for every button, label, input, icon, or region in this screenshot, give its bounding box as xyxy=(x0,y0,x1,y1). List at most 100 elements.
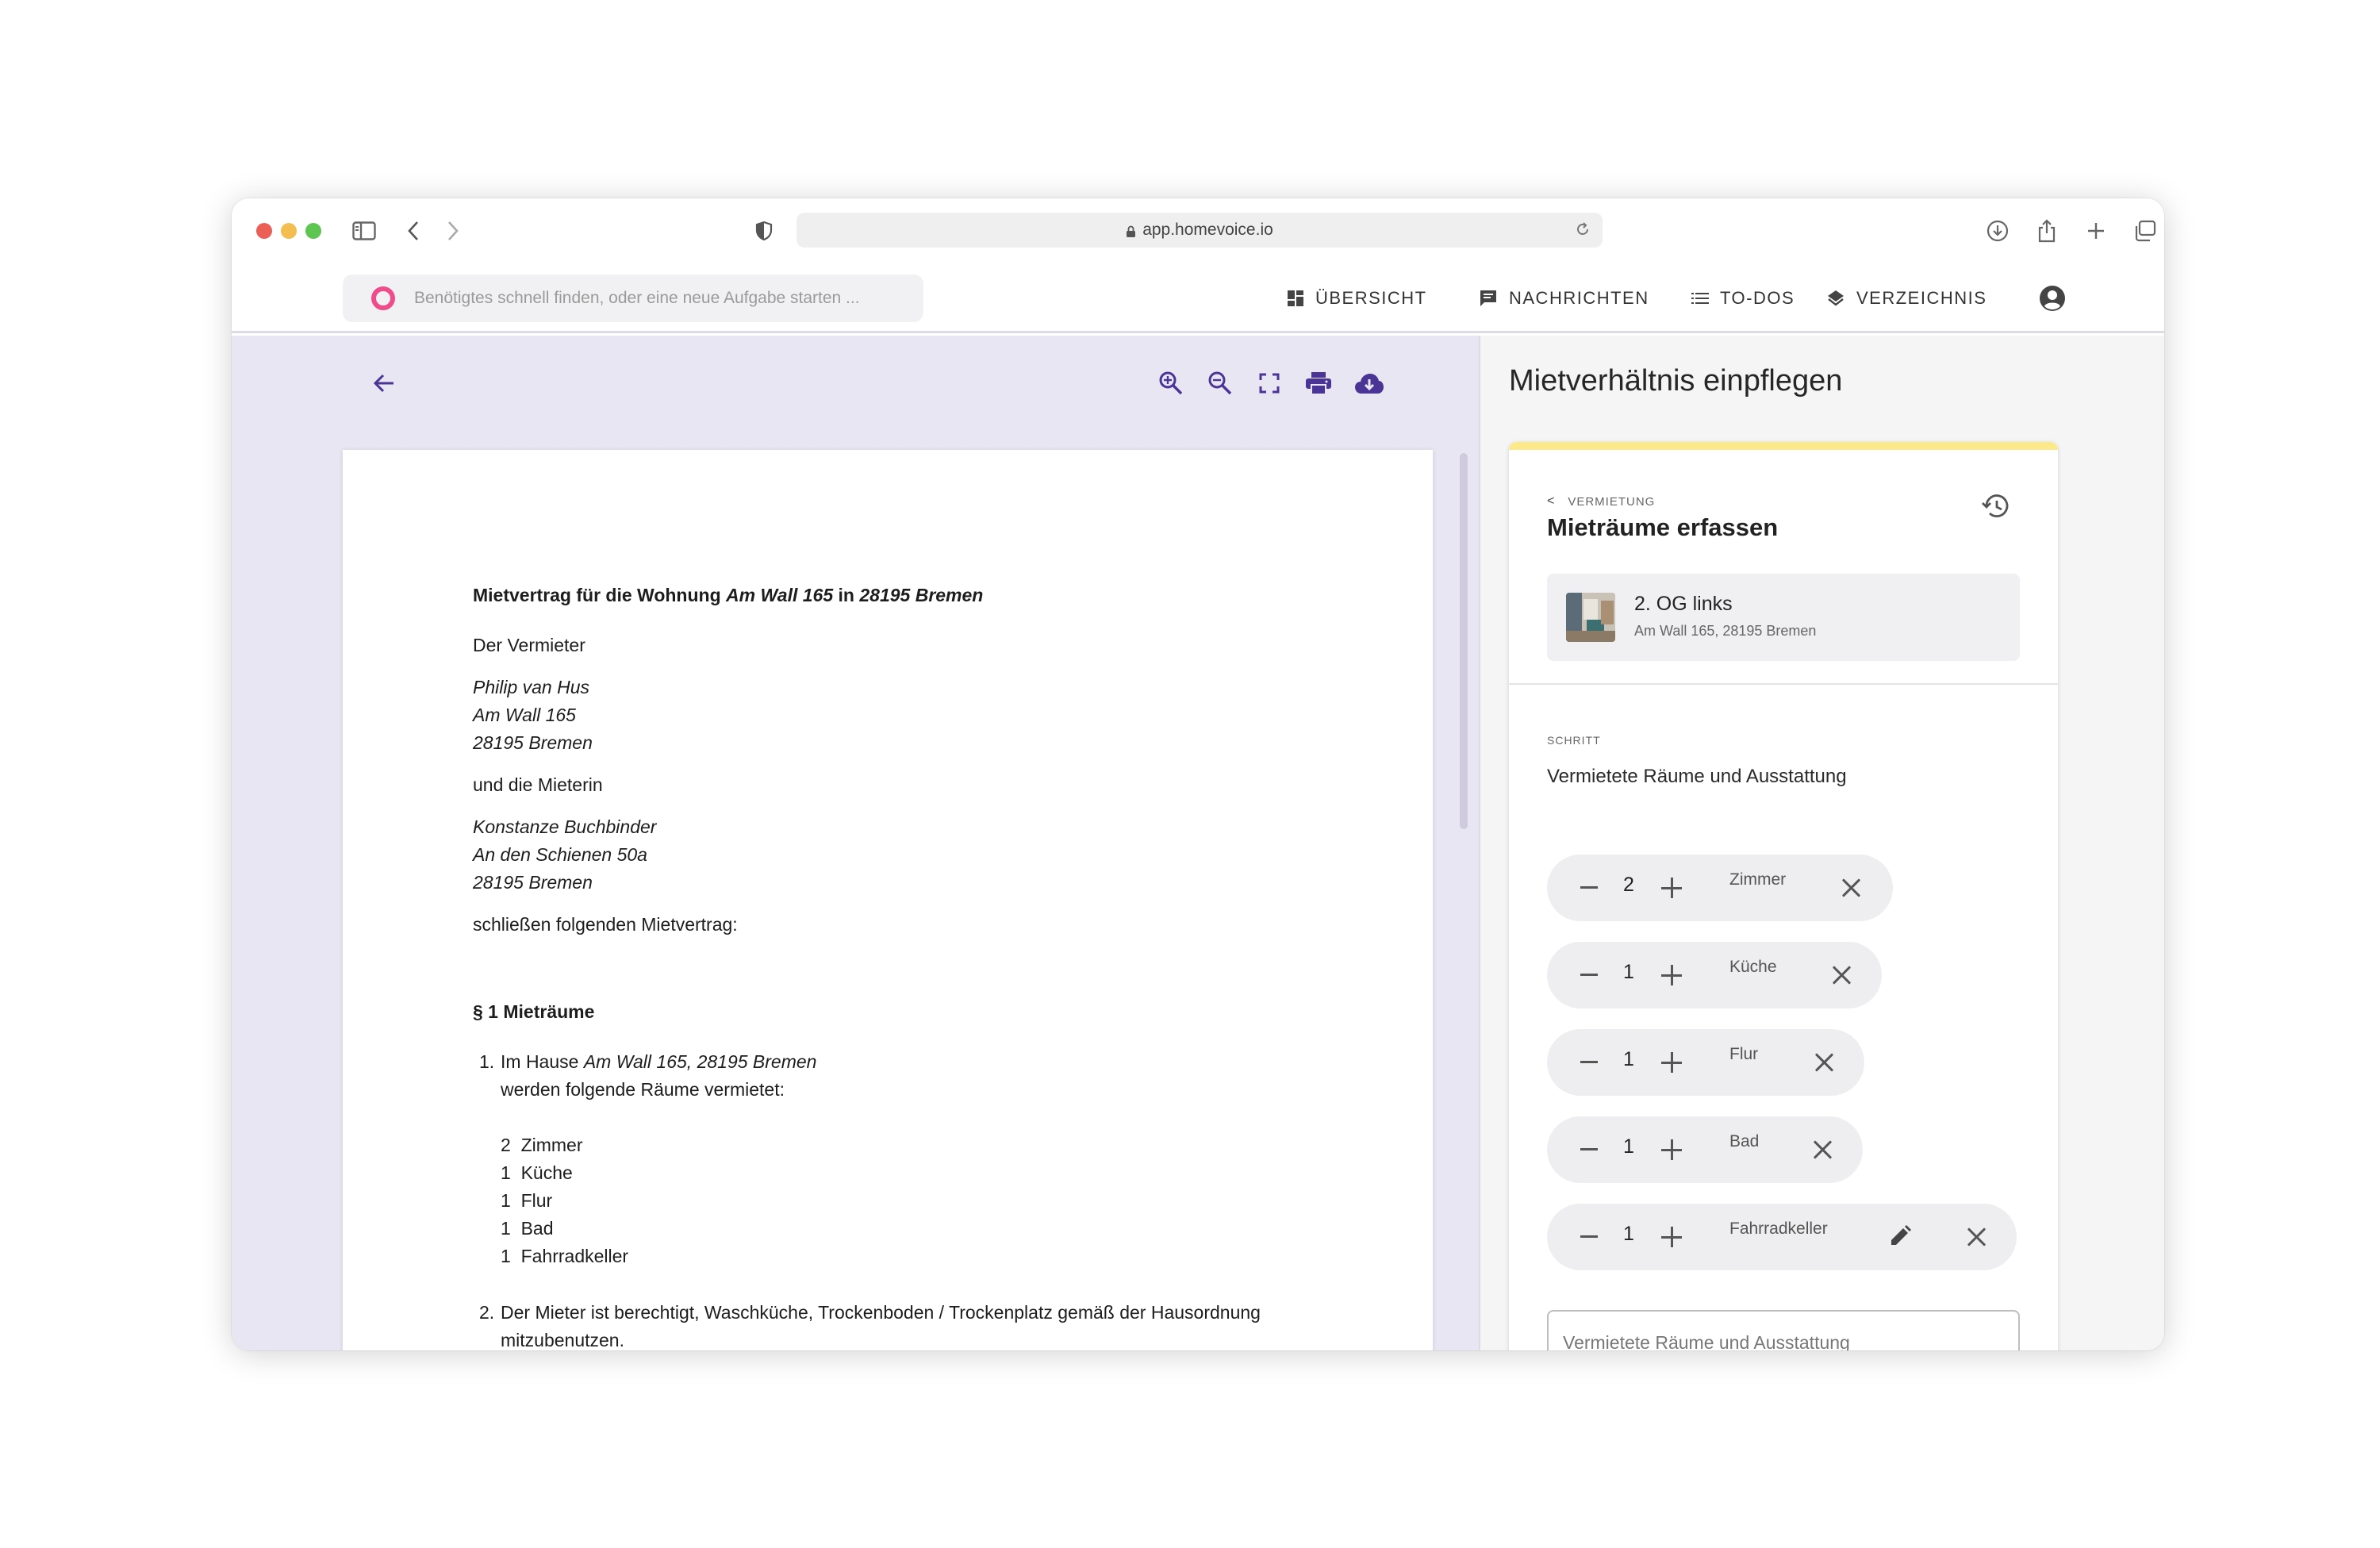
forward-icon[interactable] xyxy=(438,216,468,246)
tab-overview-icon[interactable] xyxy=(2130,216,2160,246)
landlord-block: Philip van Hus Am Wall 165 28195 Bremen xyxy=(473,677,593,753)
print-icon[interactable] xyxy=(1303,367,1334,399)
contract-title: Mietvertrag für die Wohnung Am Wall 165 … xyxy=(473,585,984,605)
list-item: 2. Der Mieter ist berechtigt, Waschküche… xyxy=(479,1302,1261,1350)
increment-button[interactable] xyxy=(1661,965,1682,985)
browser-toolbar: app.homevoice.io xyxy=(232,198,2164,263)
edit-pencil-icon[interactable] xyxy=(1888,1224,1912,1252)
fullscreen-icon[interactable] xyxy=(1253,367,1285,399)
room-label: Fahrradkeller xyxy=(1729,1220,1828,1238)
section-title: § 1 Mieträume xyxy=(473,1001,595,1022)
tenant-intro: und die Mieterin xyxy=(473,774,603,795)
increment-button[interactable] xyxy=(1661,1227,1682,1247)
card-highlight xyxy=(1509,442,2058,450)
room-count: 1 xyxy=(1623,1135,1634,1158)
contract-closing: schließen folgenden Mietvertrag: xyxy=(473,914,738,935)
message-icon xyxy=(1480,290,1496,306)
share-icon[interactable] xyxy=(2032,216,2062,246)
zoom-in-icon[interactable] xyxy=(1155,367,1187,399)
room-label: Bad xyxy=(1729,1132,1760,1150)
room-count: 1 xyxy=(1623,961,1634,983)
card-heading: Mieträume erfassen xyxy=(1547,513,1779,541)
remove-icon[interactable] xyxy=(1814,1051,1836,1074)
back-arrow-icon[interactable] xyxy=(368,367,400,399)
decrement-button[interactable] xyxy=(1580,1061,1598,1063)
nav-overview-label: ÜBERSICHT xyxy=(1315,288,1427,308)
step-label: SCHRITT xyxy=(1547,734,1601,747)
nav-messages-label: NACHRICHTEN xyxy=(1509,288,1649,308)
list-item: 1. Im Hause Am Wall 165, 28195 Bremen we… xyxy=(473,1048,1433,1270)
room-count: 2 xyxy=(1623,874,1634,896)
downloads-icon[interactable] xyxy=(1983,216,2013,246)
address-bar[interactable]: app.homevoice.io xyxy=(797,213,1603,248)
search-input[interactable]: Benötigtes schnell finden, oder eine neu… xyxy=(343,275,923,322)
room-chip-fahrradkeller: 1 Fahrradkeller xyxy=(1547,1204,2017,1270)
step-title: Vermietete Räume und Ausstattung xyxy=(1547,766,1847,787)
room-label: Küche xyxy=(1729,958,1777,976)
document-viewer: Mietvertrag für die Wohnung Am Wall 165 … xyxy=(232,336,1479,1350)
maximize-window-button[interactable] xyxy=(305,223,321,239)
increment-button[interactable] xyxy=(1661,878,1682,898)
privacy-shield-icon[interactable] xyxy=(749,216,779,246)
panel-title: Mietverhältnis einpflegen xyxy=(1509,364,1843,398)
unit-summary[interactable]: 2. OG links Am Wall 165, 28195 Bremen xyxy=(1547,574,2020,661)
tenant-block: Konstanze Buchbinder An den Schienen 50a… xyxy=(473,816,657,893)
new-tab-icon[interactable] xyxy=(2081,216,2111,246)
history-icon[interactable] xyxy=(1980,493,2009,524)
lock-icon xyxy=(1126,224,1136,237)
nav-todos-label: TO-DOS xyxy=(1720,288,1795,308)
unit-thumbnail xyxy=(1566,593,1615,642)
room-input-field[interactable]: Vermietete Räume und Ausstattung xyxy=(1547,1310,2020,1350)
sidebar-toggle-icon[interactable] xyxy=(349,216,379,246)
browser-window: app.homevoice.io Benötigtes schnell find… xyxy=(232,198,2164,1350)
increment-button[interactable] xyxy=(1661,1052,1682,1073)
nav-directory-label: VERZEICHNIS xyxy=(1856,288,1987,308)
room-label: Zimmer xyxy=(1729,870,1787,889)
remove-icon[interactable] xyxy=(1841,877,1863,899)
url-text: app.homevoice.io xyxy=(1142,221,1273,239)
divider xyxy=(1509,683,2058,685)
increment-button[interactable] xyxy=(1661,1139,1682,1160)
document-scrollbar[interactable] xyxy=(1460,453,1468,829)
unit-name: 2. OG links xyxy=(1634,593,1733,615)
room-chip-zimmer: 2 Zimmer xyxy=(1547,855,1893,921)
room-chip-bad: 1 Bad xyxy=(1547,1116,1863,1183)
landlord-intro: Der Vermieter xyxy=(473,635,585,655)
breadcrumb[interactable]: < VERMIETUNG xyxy=(1547,494,1655,509)
nav-messages[interactable]: NACHRICHTEN xyxy=(1479,263,1649,333)
search-placeholder: Benötigtes schnell finden, oder eine neu… xyxy=(414,289,860,307)
account-button[interactable] xyxy=(2039,263,2077,333)
dashboard-icon xyxy=(1288,290,1303,306)
decrement-button[interactable] xyxy=(1580,1148,1598,1150)
room-count: 1 xyxy=(1623,1048,1634,1070)
nav-overview[interactable]: ÜBERSICHT xyxy=(1287,263,1427,333)
remove-icon[interactable] xyxy=(1831,964,1853,986)
breadcrumb-label: VERMIETUNG xyxy=(1568,494,1656,509)
zoom-out-icon[interactable] xyxy=(1204,367,1236,399)
close-window-button[interactable] xyxy=(256,223,272,239)
decrement-button[interactable] xyxy=(1580,886,1598,889)
room-chip-flur: 1 Flur xyxy=(1547,1029,1864,1096)
room-chip-kueche: 1 Küche xyxy=(1547,942,1882,1008)
room-count: 1 xyxy=(1623,1223,1634,1245)
remove-icon[interactable] xyxy=(1812,1139,1834,1161)
contract-page: Mietvertrag für die Wohnung Am Wall 165 … xyxy=(343,450,1433,1350)
account-circle-icon xyxy=(2040,286,2065,311)
decrement-button[interactable] xyxy=(1580,1235,1598,1238)
app-header: Benötigtes schnell finden, oder eine neu… xyxy=(232,263,2164,333)
layers-icon xyxy=(1828,290,1844,306)
minimize-window-button[interactable] xyxy=(281,223,297,239)
remove-icon[interactable] xyxy=(1966,1226,1988,1248)
form-panel: Mietverhältnis einpflegen < VERMIETUNG M… xyxy=(1479,336,2164,1350)
list-icon xyxy=(1691,293,1709,304)
chevron-left-icon: < xyxy=(1547,494,1556,508)
decrement-button[interactable] xyxy=(1580,974,1598,976)
unit-address: Am Wall 165, 28195 Bremen xyxy=(1634,623,1817,639)
nav-directory[interactable]: VERZEICHNIS xyxy=(1826,263,1987,333)
nav-todos[interactable]: TO-DOS xyxy=(1691,263,1795,333)
cloud-download-icon[interactable] xyxy=(1353,367,1385,399)
back-icon[interactable] xyxy=(398,216,428,246)
step-card: < VERMIETUNG Mieträume erfassen 2. OG li… xyxy=(1509,442,2058,1350)
reload-icon[interactable] xyxy=(1574,221,1591,243)
room-label: Flur xyxy=(1729,1045,1759,1063)
